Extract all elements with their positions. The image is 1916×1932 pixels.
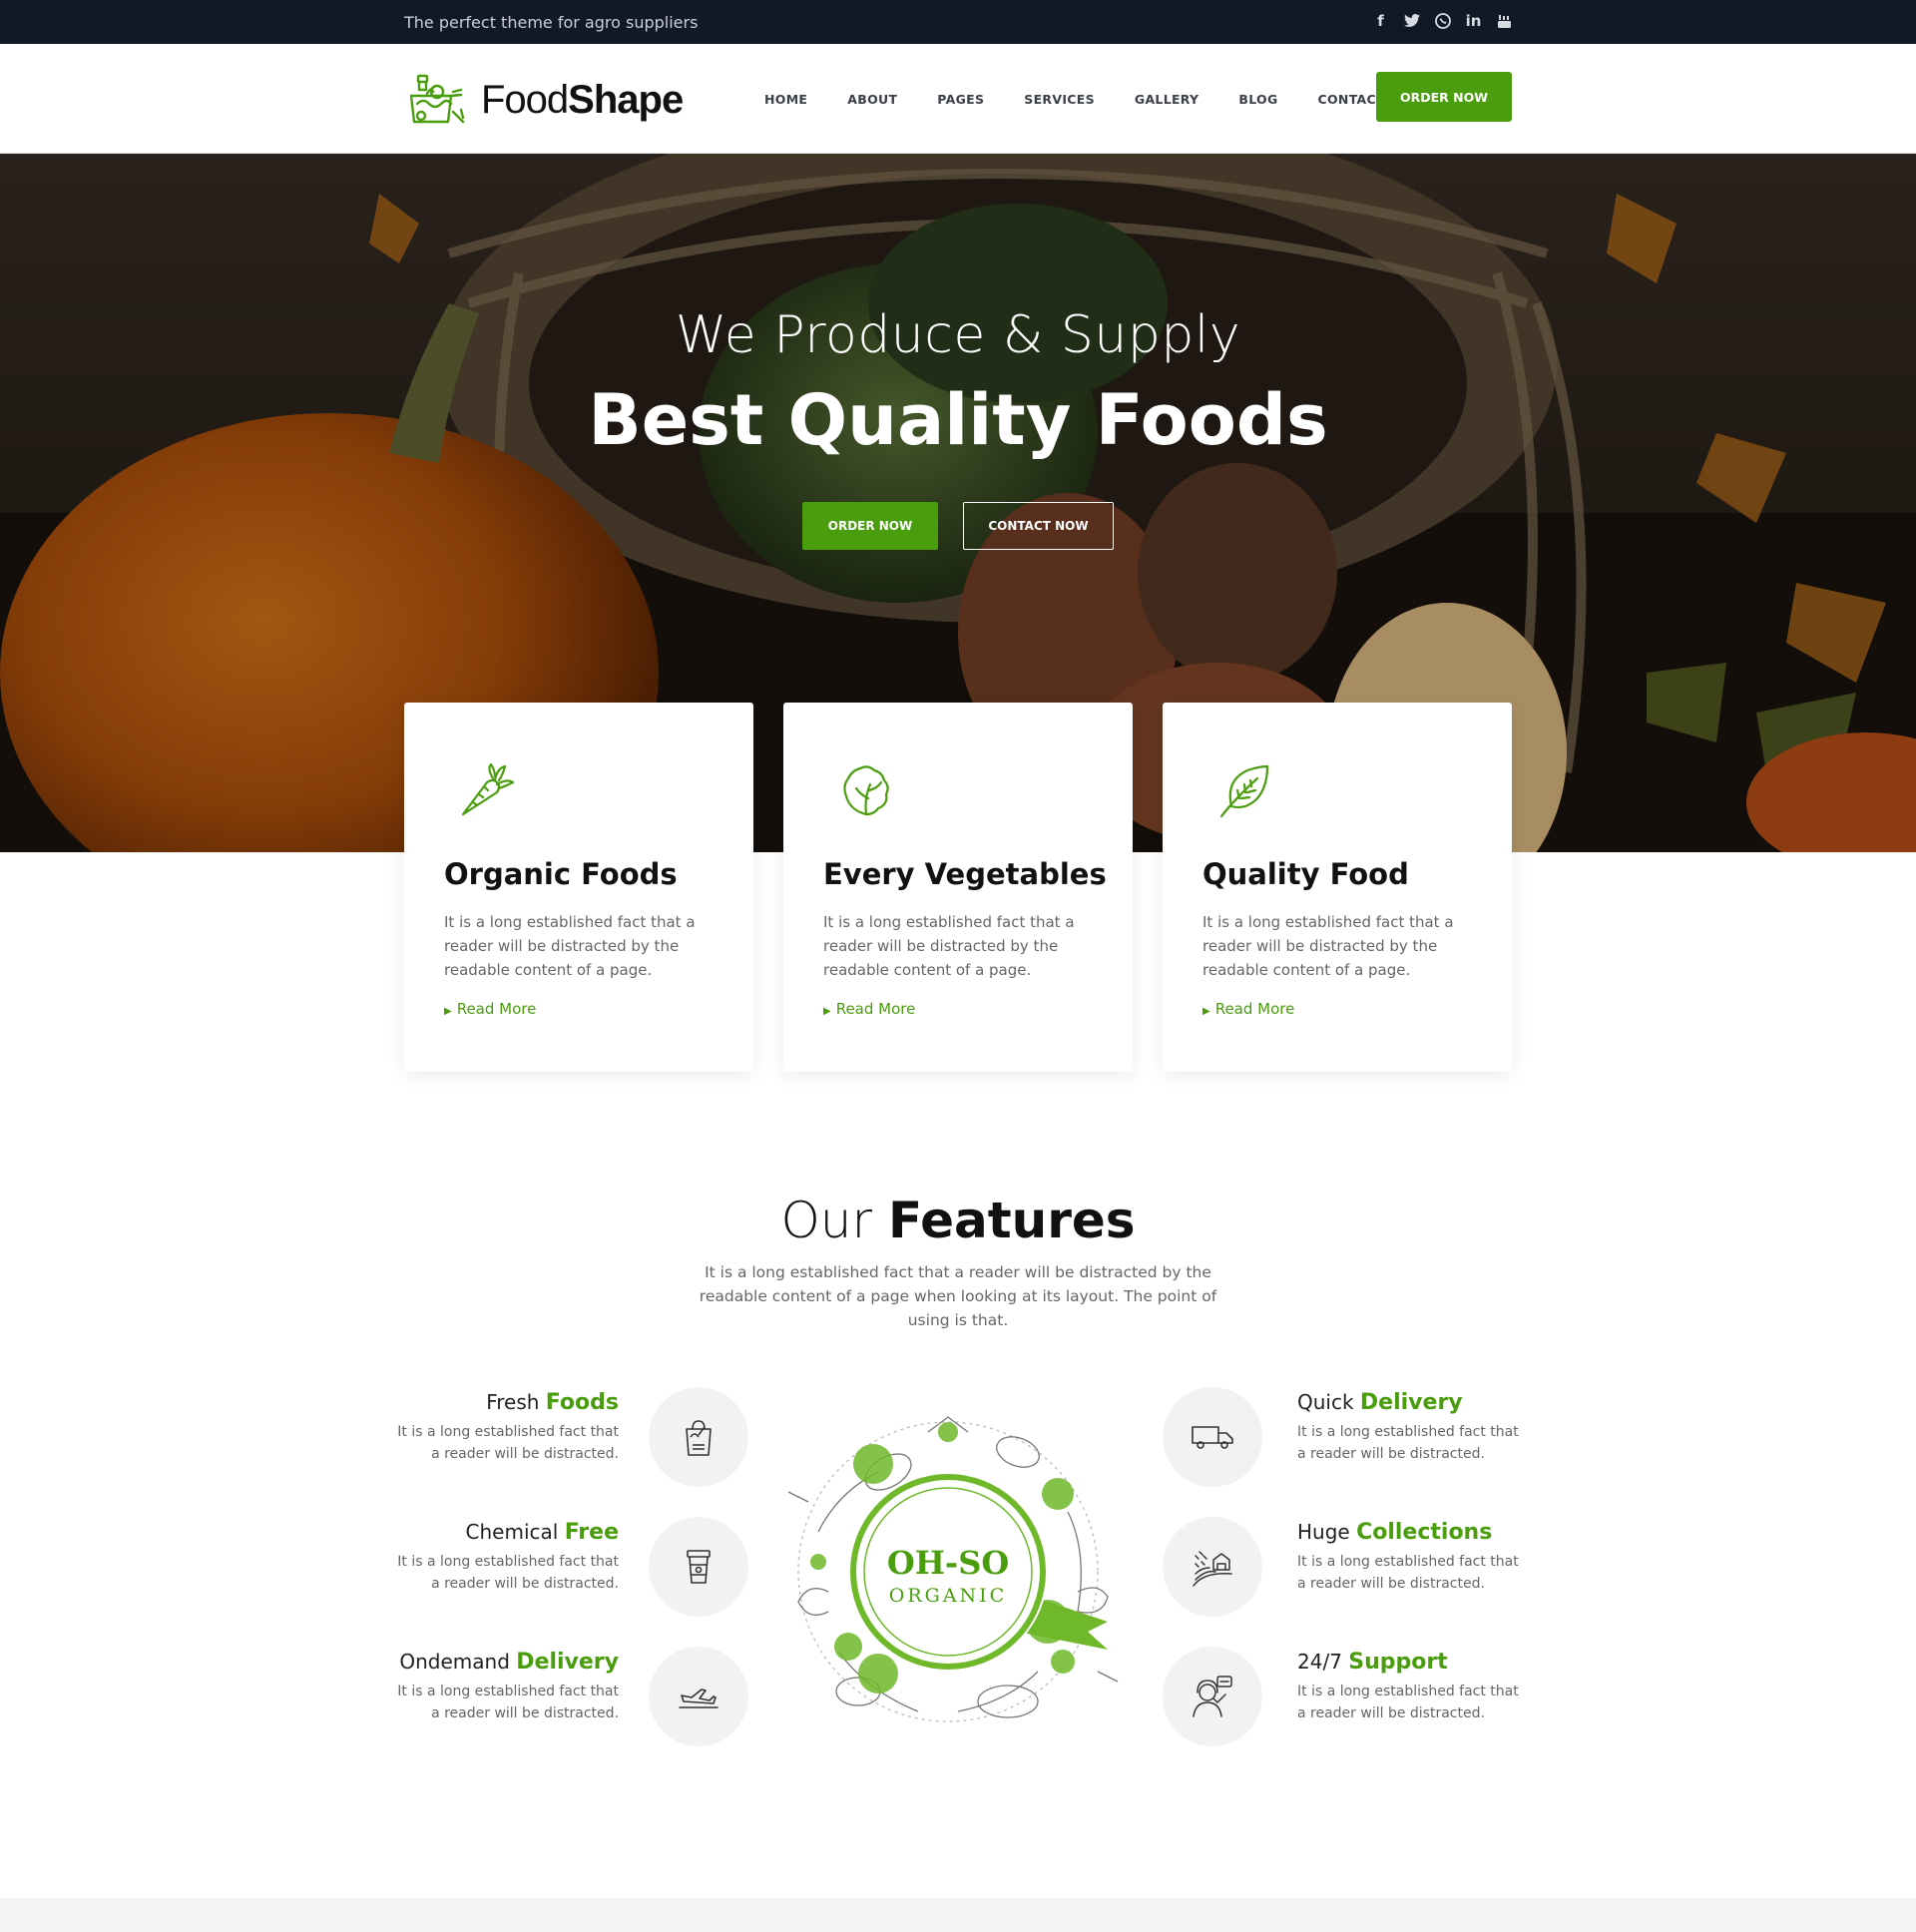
read-more-link[interactable]: ▶ Read More: [823, 1000, 915, 1018]
grocery-basket-logo-icon: [409, 74, 465, 124]
carrot-icon: [461, 762, 515, 816]
feature-text: It is a long established fact that a rea…: [397, 1684, 619, 1721]
whatsapp-icon[interactable]: [1434, 11, 1451, 31]
nav-services[interactable]: SERVICES: [1024, 92, 1095, 107]
caret-right-icon: ▶: [444, 1006, 452, 1017]
feature-title: Quick Delivery: [1297, 1390, 1527, 1415]
site-header: FoodShape HOME ABOUT PAGES SERVICES GALL…: [0, 44, 1916, 154]
card-title: Every Vegetables: [823, 857, 1107, 891]
nav-pages[interactable]: PAGES: [937, 92, 984, 107]
nav-about[interactable]: ABOUT: [847, 92, 897, 107]
linkedin-icon[interactable]: in: [1465, 11, 1482, 31]
oh-so-organic-badge: OH-SO ORGANIC: [787, 1416, 1119, 1722]
lettuce-icon: [843, 765, 889, 816]
feature-title-green: Collections: [1356, 1520, 1493, 1545]
read-more-label: Read More: [835, 1000, 916, 1018]
grocery-bag-icon: [686, 1420, 712, 1456]
feature-title-green: Free: [564, 1520, 619, 1545]
nav-contact[interactable]: CONTACT: [1318, 92, 1385, 107]
caret-right-icon: ▶: [823, 1006, 831, 1017]
feature-ondemand-delivery: Ondemand Delivery It is a long establish…: [389, 1650, 619, 1724]
nav-home[interactable]: HOME: [764, 92, 807, 107]
logo-wordmark: FoodShape: [481, 77, 684, 123]
feature-title-plain: Quick: [1297, 1390, 1354, 1414]
badge-bottom-text: ORGANIC: [889, 1585, 1007, 1607]
feature-icon-circle: [649, 1517, 748, 1617]
feature-title: Huge Collections: [1297, 1520, 1527, 1545]
support-agent-icon: [1193, 1676, 1232, 1717]
features-title-bold: Features: [887, 1192, 1136, 1249]
card-text: It is a long established fact that a rea…: [1202, 913, 1454, 979]
read-more-label: Read More: [456, 1000, 537, 1018]
youtube-icon[interactable]: [1496, 11, 1513, 31]
logo[interactable]: FoodShape: [409, 72, 684, 128]
feature-fresh-foods: Fresh Foods It is a long established fac…: [389, 1390, 619, 1465]
feature-text: It is a long established fact that a rea…: [1297, 1684, 1519, 1721]
logo-word-shape: Shape: [568, 77, 684, 122]
leaf-icon: [1219, 764, 1269, 818]
feature-icon-circle: [1163, 1517, 1262, 1617]
logo-word-food: Food: [481, 77, 569, 122]
feature-icon-circle: [1163, 1647, 1262, 1746]
cup-icon: [687, 1550, 711, 1584]
service-card-organic-foods: Organic Foods It is a long established f…: [404, 703, 753, 1072]
feature-title-green: Foods: [545, 1390, 619, 1415]
feature-title-plain: Chemical: [465, 1520, 559, 1544]
read-more-link[interactable]: ▶ Read More: [1202, 1000, 1294, 1018]
service-card-every-vegetables: Every Vegetables It is a long establishe…: [783, 703, 1133, 1072]
feature-title: Ondemand Delivery: [389, 1650, 619, 1675]
read-more-link[interactable]: ▶ Read More: [444, 1000, 536, 1018]
feature-icon-circle: [649, 1647, 748, 1746]
main-nav: HOME ABOUT PAGES SERVICES GALLERY BLOG C…: [764, 92, 1385, 107]
feature-title-plain: Fresh: [486, 1390, 540, 1414]
feature-icon-circle: [1163, 1387, 1262, 1487]
features-title-light: Our: [780, 1192, 873, 1249]
twitter-icon[interactable]: [1403, 11, 1420, 31]
hero-order-now-button[interactable]: ORDER NOW: [802, 502, 938, 550]
service-card-quality-food: Quality Food It is a long established fa…: [1163, 703, 1512, 1072]
hero-contact-now-button[interactable]: CONTACT NOW: [963, 502, 1114, 550]
card-title: Organic Foods: [444, 857, 678, 891]
feature-title: Chemical Free: [389, 1520, 619, 1545]
social-links: f in: [1372, 11, 1513, 31]
feature-text: It is a long established fact that a rea…: [397, 1424, 619, 1462]
hero-title: Best Quality Foods: [588, 379, 1328, 461]
nav-gallery[interactable]: GALLERY: [1135, 92, 1199, 107]
feature-huge-collections: Huge Collections It is a long establishe…: [1297, 1520, 1527, 1595]
read-more-label: Read More: [1214, 1000, 1295, 1018]
caret-right-icon: ▶: [1202, 1006, 1210, 1017]
feature-title: 24/7 Support: [1297, 1650, 1527, 1675]
card-title: Quality Food: [1202, 857, 1409, 891]
feature-icon-circle: [649, 1387, 748, 1487]
tagline: The perfect theme for agro suppliers: [404, 13, 699, 32]
facebook-icon[interactable]: f: [1372, 11, 1389, 31]
feature-24-7-support: 24/7 Support It is a long established fa…: [1297, 1650, 1527, 1724]
feature-title-green: Delivery: [1359, 1390, 1463, 1415]
card-text: It is a long established fact that a rea…: [444, 913, 696, 979]
truck-icon: [1192, 1426, 1233, 1449]
order-now-button[interactable]: ORDER NOW: [1376, 72, 1512, 122]
feature-quick-delivery: Quick Delivery It is a long established …: [1297, 1390, 1527, 1465]
airplane-icon: [679, 1689, 718, 1708]
feature-title-plain: 24/7: [1297, 1650, 1342, 1674]
feature-title-green: Support: [1348, 1650, 1448, 1675]
hero-subtitle: We Produce & Supply: [675, 305, 1241, 365]
card-text: It is a long established fact that a rea…: [823, 913, 1075, 979]
features-description: It is a long established fact that a rea…: [699, 1263, 1217, 1329]
feature-chemical-free: Chemical Free It is a long established f…: [389, 1520, 619, 1595]
feature-text: It is a long established fact that a rea…: [1297, 1424, 1519, 1462]
feature-title: Fresh Foods: [389, 1390, 619, 1415]
next-section-strip: [0, 1898, 1916, 1932]
feature-text: It is a long established fact that a rea…: [397, 1554, 619, 1592]
features-title: Our Features: [0, 1192, 1916, 1249]
badge-top-text: OH-SO: [887, 1544, 1009, 1582]
farm-icon: [1193, 1551, 1232, 1587]
top-bar: The perfect theme for agro suppliers f i…: [0, 0, 1916, 44]
feature-title-plain: Huge: [1297, 1520, 1350, 1544]
feature-title-plain: Ondemand: [399, 1650, 510, 1674]
feature-text: It is a long established fact that a rea…: [1297, 1554, 1519, 1592]
feature-title-green: Delivery: [516, 1650, 619, 1675]
nav-blog[interactable]: BLOG: [1238, 92, 1277, 107]
